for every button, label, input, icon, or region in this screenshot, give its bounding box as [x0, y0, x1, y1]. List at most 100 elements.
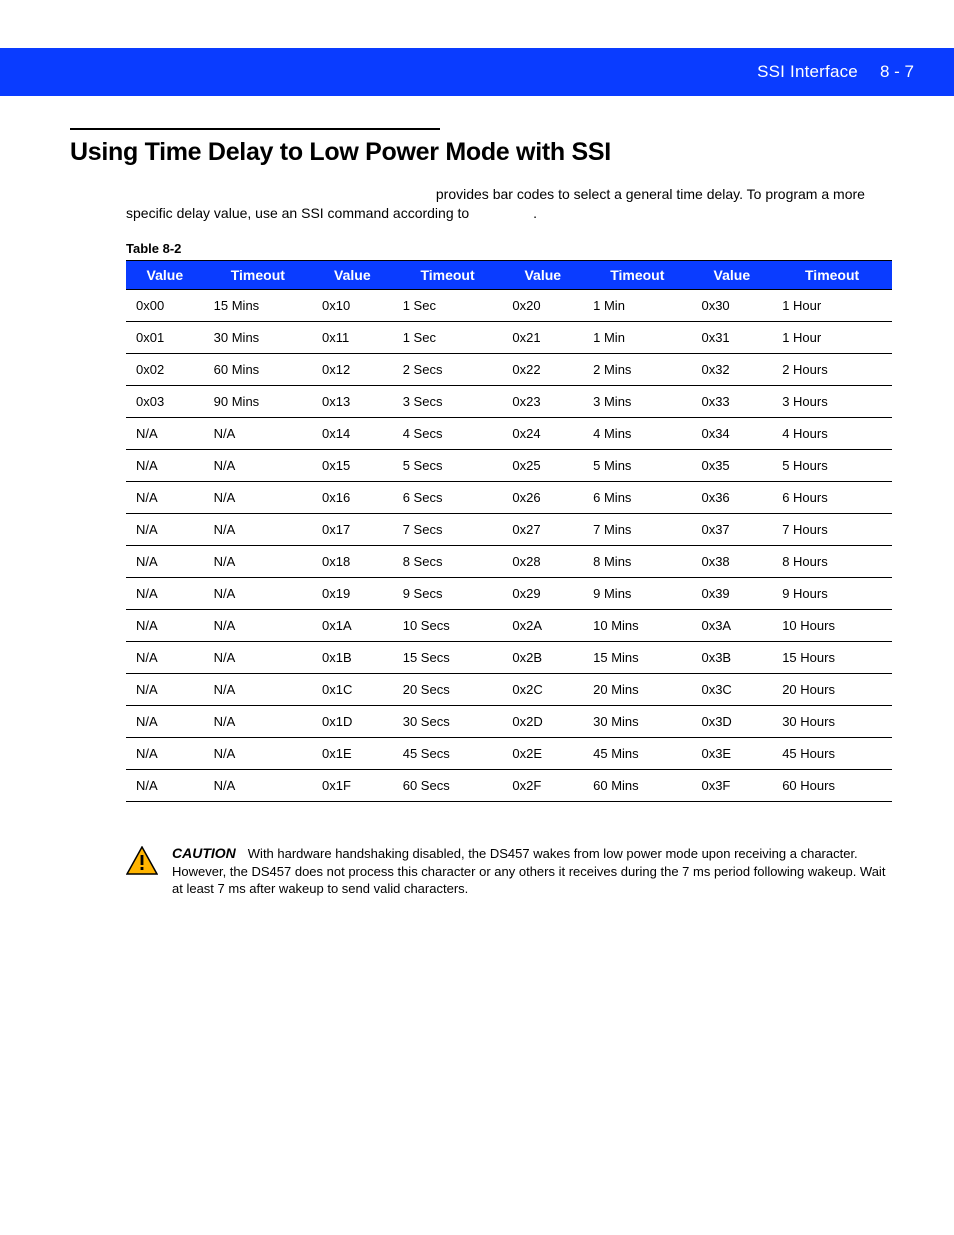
- table-row: N/AN/A0x166 Secs0x266 Mins0x366 Hours: [126, 481, 892, 513]
- table-cell: 0x25: [502, 449, 583, 481]
- table-cell: 7 Hours: [772, 513, 892, 545]
- table-cell: 0x35: [691, 449, 772, 481]
- table-cell: 15 Mins: [204, 289, 312, 321]
- table-cell: 15 Hours: [772, 641, 892, 673]
- table-cell: 0x27: [502, 513, 583, 545]
- table-cell: 0x3F: [691, 769, 772, 801]
- table-row: N/AN/A0x177 Secs0x277 Mins0x377 Hours: [126, 513, 892, 545]
- table-cell: 0x10: [312, 289, 393, 321]
- table-header-cell: Value: [126, 260, 204, 289]
- table-row: N/AN/A0x1B15 Secs0x2B15 Mins0x3B15 Hours: [126, 641, 892, 673]
- table-cell: 6 Hours: [772, 481, 892, 513]
- section-rule: [70, 128, 440, 130]
- table-row: 0x0260 Mins0x122 Secs0x222 Mins0x322 Hou…: [126, 353, 892, 385]
- table-cell: 0x3B: [691, 641, 772, 673]
- table-cell: N/A: [204, 769, 312, 801]
- section-heading: Using Time Delay to Low Power Mode with …: [70, 138, 892, 167]
- table-cell: 0x3A: [691, 609, 772, 641]
- table-cell: N/A: [126, 705, 204, 737]
- table-cell: 0x37: [691, 513, 772, 545]
- table-cell: 2 Secs: [393, 353, 503, 385]
- table-cell: 60 Mins: [204, 353, 312, 385]
- table-cell: 60 Mins: [583, 769, 691, 801]
- table-cell: 0x17: [312, 513, 393, 545]
- table-row: N/AN/A0x1C20 Secs0x2C20 Mins0x3C20 Hours: [126, 673, 892, 705]
- table-cell: 0x02: [126, 353, 204, 385]
- table-row: 0x0390 Mins0x133 Secs0x233 Mins0x333 Hou…: [126, 385, 892, 417]
- table-cell: 0x24: [502, 417, 583, 449]
- table-cell: N/A: [204, 545, 312, 577]
- table-cell: 8 Mins: [583, 545, 691, 577]
- table-row: N/AN/A0x1E45 Secs0x2E45 Mins0x3E45 Hours: [126, 737, 892, 769]
- table-cell: 0x20: [502, 289, 583, 321]
- table-cell: 0x1D: [312, 705, 393, 737]
- table-cell: 5 Mins: [583, 449, 691, 481]
- table-cell: 30 Secs: [393, 705, 503, 737]
- table-cell: 0x30: [691, 289, 772, 321]
- table-cell: 30 Mins: [204, 321, 312, 353]
- table-row: 0x0130 Mins0x111 Sec0x211 Min0x311 Hour: [126, 321, 892, 353]
- table-cell: 0x19: [312, 577, 393, 609]
- table-cell: 8 Secs: [393, 545, 503, 577]
- table-caption: Table 8-2: [126, 241, 892, 256]
- table-cell: 0x1C: [312, 673, 393, 705]
- table-cell: 2 Hours: [772, 353, 892, 385]
- table-cell: 5 Secs: [393, 449, 503, 481]
- table-cell: 8 Hours: [772, 545, 892, 577]
- table-cell: N/A: [204, 513, 312, 545]
- table-cell: 0x22: [502, 353, 583, 385]
- table-cell: 0x33: [691, 385, 772, 417]
- table-cell: 0x03: [126, 385, 204, 417]
- table-row: N/AN/A0x188 Secs0x288 Mins0x388 Hours: [126, 545, 892, 577]
- table-cell: 0x26: [502, 481, 583, 513]
- table-cell: 0x14: [312, 417, 393, 449]
- caution-icon: [126, 846, 158, 876]
- page-body: Using Time Delay to Low Power Mode with …: [0, 96, 954, 938]
- table-cell: N/A: [204, 705, 312, 737]
- table-header-cell: Timeout: [583, 260, 691, 289]
- table-cell: N/A: [126, 545, 204, 577]
- table-cell: 0x23: [502, 385, 583, 417]
- table-cell: 0x3E: [691, 737, 772, 769]
- table-cell: 0x2D: [502, 705, 583, 737]
- caution-text: With hardware handshaking disabled, the …: [172, 846, 885, 896]
- table-header-cell: Timeout: [772, 260, 892, 289]
- caution-badge: CAUTION: [172, 845, 236, 861]
- table-row: N/AN/A0x144 Secs0x244 Mins0x344 Hours: [126, 417, 892, 449]
- table-cell: 3 Secs: [393, 385, 503, 417]
- table-cell: 3 Hours: [772, 385, 892, 417]
- table-header-cell: Timeout: [204, 260, 312, 289]
- table-cell: N/A: [126, 769, 204, 801]
- table-cell: 5 Hours: [772, 449, 892, 481]
- table-cell: N/A: [204, 609, 312, 641]
- table-cell: 20 Secs: [393, 673, 503, 705]
- table-cell: 0x34: [691, 417, 772, 449]
- intro-text: provides bar codes to select a general t…: [126, 186, 865, 221]
- table-cell: N/A: [126, 481, 204, 513]
- table-cell: N/A: [126, 577, 204, 609]
- table-cell: 0x21: [502, 321, 583, 353]
- table-cell: 60 Secs: [393, 769, 503, 801]
- table-cell: 0x01: [126, 321, 204, 353]
- table-cell: N/A: [126, 449, 204, 481]
- table-cell: N/A: [204, 577, 312, 609]
- table-cell: 0x2A: [502, 609, 583, 641]
- table-cell: 0x29: [502, 577, 583, 609]
- table-cell: 90 Mins: [204, 385, 312, 417]
- table-cell: 0x1E: [312, 737, 393, 769]
- table-cell: 45 Secs: [393, 737, 503, 769]
- table-cell: 20 Mins: [583, 673, 691, 705]
- table-cell: 2 Mins: [583, 353, 691, 385]
- table-cell: 0x15: [312, 449, 393, 481]
- table-cell: 6 Secs: [393, 481, 503, 513]
- table-cell: 0x31: [691, 321, 772, 353]
- table-row: N/AN/A0x1F60 Secs0x2F60 Mins0x3F60 Hours: [126, 769, 892, 801]
- table-cell: N/A: [204, 737, 312, 769]
- table-cell: N/A: [126, 641, 204, 673]
- table-cell: N/A: [204, 449, 312, 481]
- table-cell: 0x13: [312, 385, 393, 417]
- timeout-table: ValueTimeoutValueTimeoutValueTimeoutValu…: [126, 260, 892, 802]
- table-cell: 15 Mins: [583, 641, 691, 673]
- table-cell: 0x1B: [312, 641, 393, 673]
- table-cell: 1 Sec: [393, 321, 503, 353]
